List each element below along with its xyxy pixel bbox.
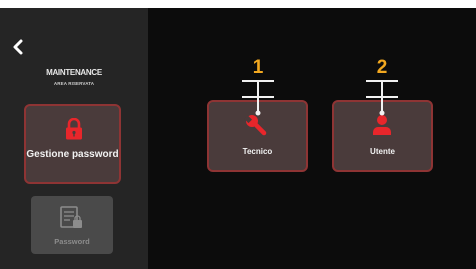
- utente-label: Utente: [370, 147, 395, 156]
- sidebar: MAINTENANCE AREA RISERVATA Gestione pass…: [0, 8, 148, 269]
- lock-icon: [66, 118, 82, 140]
- document-icon: [60, 206, 82, 228]
- app-screen: MAINTENANCE AREA RISERVATA Gestione pass…: [0, 8, 476, 269]
- chevron-left-icon: [13, 39, 23, 55]
- section-title: MAINTENANCE: [46, 68, 102, 77]
- password-button[interactable]: Password: [31, 196, 113, 254]
- callout-2-pointer: [366, 80, 398, 116]
- back-button[interactable]: [11, 38, 25, 56]
- gestione-password-button[interactable]: Gestione password: [24, 104, 121, 184]
- tecnico-label: Tecnico: [242, 147, 273, 156]
- callout-1-pointer: [242, 80, 274, 116]
- password-label: Password: [54, 237, 90, 246]
- section-subtitle: AREA RISERVATA: [53, 81, 95, 86]
- gestione-password-label: Gestione password: [26, 149, 119, 160]
- callout-1: 1: [238, 58, 278, 118]
- callout-2: 2: [362, 58, 402, 118]
